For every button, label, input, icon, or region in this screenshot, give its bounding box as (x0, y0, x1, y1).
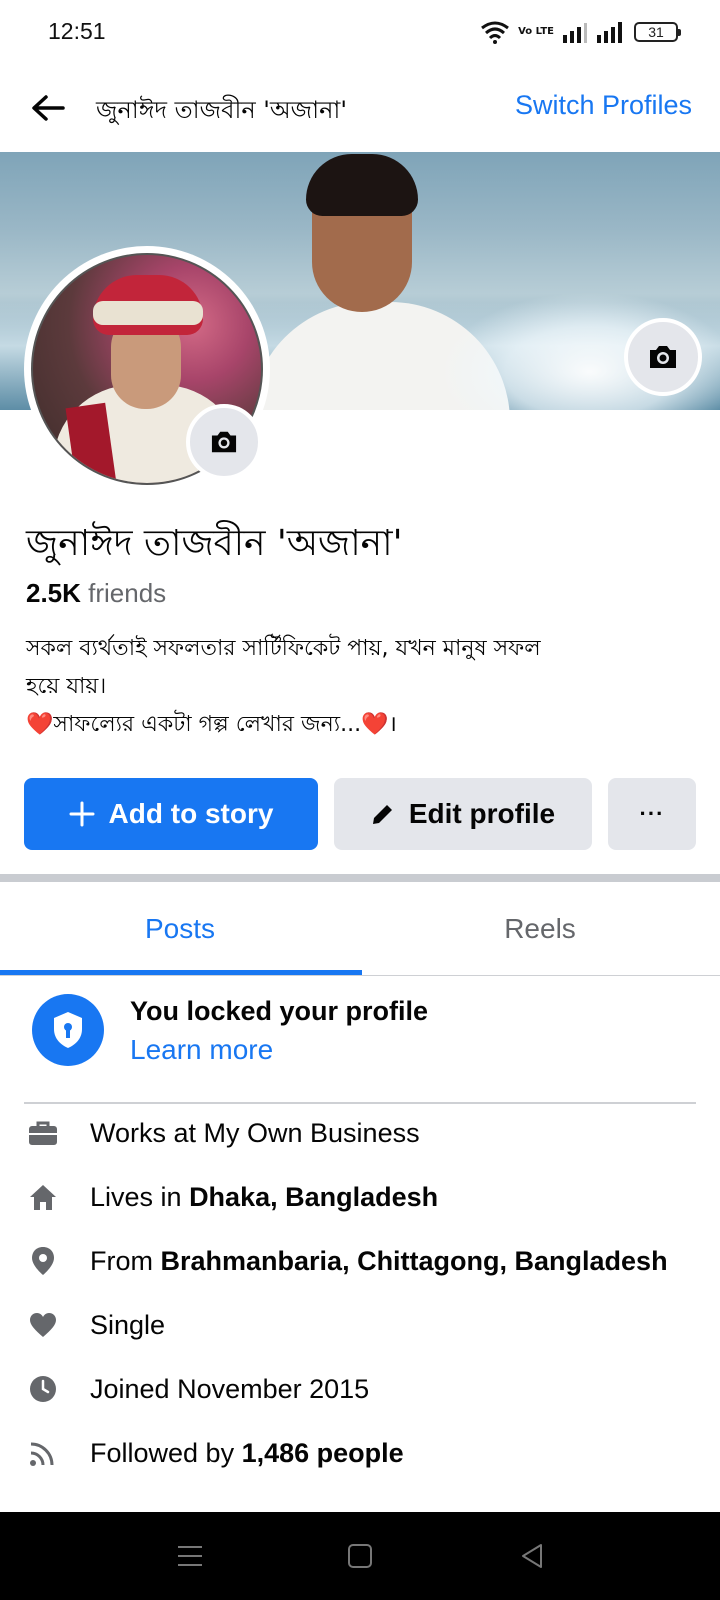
learn-more-link[interactable]: Learn more (130, 1034, 273, 1066)
location-pin-icon (28, 1246, 58, 1276)
bio-line-2: হয়ে যায়। (26, 674, 107, 699)
detail-from[interactable]: From Brahmanbaria, Chittagong, Banglades… (0, 1232, 720, 1296)
edit-avatar-button[interactable] (186, 404, 262, 480)
edit-cover-button[interactable] (624, 318, 702, 396)
locked-profile-notice: You locked your profile Learn more (0, 990, 720, 1100)
detail-work-text: Works at My Own Business (90, 1118, 420, 1148)
detail-relationship-text: Single (90, 1310, 166, 1340)
detail-followers[interactable]: Followed by 1,486 people (0, 1424, 720, 1488)
briefcase-icon (28, 1118, 58, 1148)
clock-icon (28, 1374, 58, 1404)
detail-work[interactable]: Works at My Own Business (0, 1104, 720, 1168)
intro-details: Works at My Own Business Lives in Dhaka,… (0, 1104, 720, 1488)
switch-profiles-link[interactable]: Switch Profiles (515, 90, 692, 121)
detail-joined-text: Joined November 2015 (90, 1374, 370, 1404)
plus-icon (69, 801, 95, 827)
lock-notice-title: You locked your profile (130, 996, 429, 1026)
section-divider (0, 874, 720, 882)
detail-relationship[interactable]: Single (0, 1296, 720, 1360)
home-nav-button[interactable] (338, 1534, 382, 1578)
battery-level: 31 (648, 24, 664, 40)
more-options-button[interactable]: ··· (608, 778, 696, 850)
tab-reels[interactable]: Reels (360, 882, 720, 976)
home-icon (28, 1182, 58, 1212)
heart-icon (28, 1310, 58, 1340)
active-tab-indicator (0, 970, 362, 975)
square-icon (348, 1544, 372, 1568)
detail-from-text: From (90, 1246, 161, 1276)
bio: সকল ব্যর্থতাই সফলতার সার্টিফিকেট পায়, য… (26, 630, 696, 744)
bio-line-3-text: সাফল্যের একটা গল্প লেখার জন্য... (53, 712, 362, 737)
top-bar: জুনাঈদ তাজবীন 'অজানা' Switch Profiles (0, 66, 720, 150)
signal-icon-2 (597, 22, 622, 43)
heart-emoji: ❤️ (361, 712, 389, 737)
system-nav-bar (0, 1512, 720, 1600)
pencil-icon (372, 805, 392, 824)
detail-followers-bold: 1,486 people (241, 1438, 404, 1468)
add-to-story-button[interactable]: Add to story (24, 778, 318, 850)
back-nav-button[interactable] (510, 1534, 554, 1578)
menu-icon (178, 1546, 202, 1566)
rss-icon (28, 1438, 58, 1468)
battery-icon: 31 (634, 22, 681, 42)
friends-label: friends (80, 578, 167, 608)
status-icons: Vo LTE 31 (480, 18, 681, 46)
camera-icon (211, 431, 237, 453)
bio-line-1: সকল ব্যর্থতাই সফলতার সার্টিফিকেট পায়, য… (26, 636, 541, 661)
camera-icon (650, 346, 676, 368)
volte-indicator: Vo LTE (518, 26, 554, 37)
profile-name: জুনাঈদ তাজবীন 'অজানা' (26, 523, 403, 564)
bio-line-3: ❤️সাফল্যের একটা গল্প লেখার জন্য...❤️। (26, 706, 696, 744)
back-button[interactable] (26, 86, 70, 130)
detail-lives-bold: Dhaka, Bangladesh (189, 1182, 439, 1212)
wifi-icon (481, 21, 509, 44)
back-arrow-icon (32, 95, 65, 121)
detail-from-bold: Brahmanbaria, Chittagong, Bangladesh (160, 1246, 668, 1276)
detail-lives[interactable]: Lives in Dhaka, Bangladesh (0, 1168, 720, 1232)
edit-profile-button[interactable]: Edit profile (334, 778, 592, 850)
edit-profile-label: Edit profile (408, 798, 556, 829)
profile-tabs: Posts Reels (0, 882, 720, 976)
menu-nav-button[interactable] (168, 1534, 212, 1578)
status-bar: 12:51 Vo LTE 31 (0, 0, 720, 66)
tab-posts[interactable]: Posts (0, 882, 360, 976)
status-time: 12:51 (48, 18, 106, 44)
heart-emoji: ❤️ (26, 712, 54, 737)
triangle-back-icon (522, 1544, 542, 1568)
detail-followers-text: Followed by (90, 1438, 242, 1468)
add-to-story-label: Add to story (108, 798, 274, 829)
detail-lives-text: Lives in (90, 1182, 190, 1212)
bio-line-3-end: । (388, 712, 397, 737)
page-title: জুনাঈদ তাজবীন 'অজানা' (96, 96, 347, 124)
more-label: ··· (639, 801, 665, 826)
friends-count[interactable]: 2.5K friends (26, 578, 166, 609)
shield-lock-icon (32, 994, 104, 1066)
signal-icon (563, 23, 587, 43)
detail-joined[interactable]: Joined November 2015 (0, 1360, 720, 1424)
friends-number: 2.5K (26, 578, 81, 608)
